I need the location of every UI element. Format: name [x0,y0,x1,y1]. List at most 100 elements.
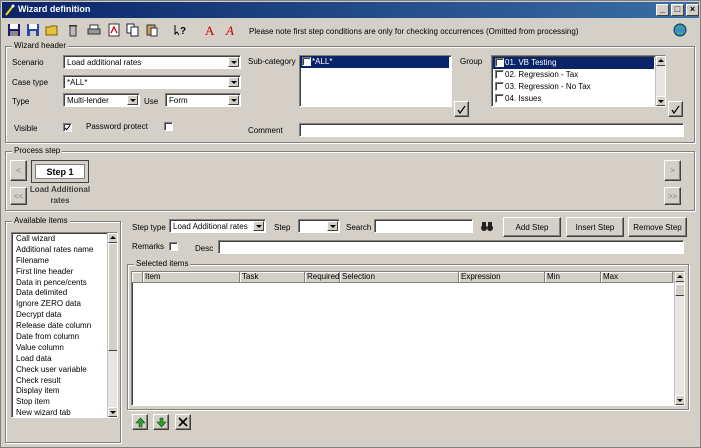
list-item-checkbox[interactable] [302,57,311,66]
column-header[interactable]: Max [601,272,673,283]
list-item[interactable]: Date from column [13,332,106,343]
delete-icon[interactable] [64,21,82,39]
selected-items-scrollbar[interactable] [674,272,684,405]
font-a-icon[interactable]: A [201,21,219,39]
scroll-down-button[interactable] [108,407,117,417]
scroll-down-button[interactable] [675,395,684,405]
print-icon[interactable] [85,21,103,39]
minimize-button[interactable]: _ [656,4,669,16]
list-item[interactable]: Decrypt data [13,310,106,321]
close-button[interactable]: × [686,4,699,16]
chevron-down-icon [127,95,138,105]
list-item[interactable]: *ALL* [300,56,449,68]
group-apply-button[interactable] [668,101,683,117]
move-down-button[interactable] [153,414,169,430]
svg-text:A: A [225,23,234,37]
column-header[interactable]: Expression [459,272,545,283]
comment-field[interactable] [299,123,684,137]
save-as-icon[interactable] [24,21,42,39]
column-header[interactable]: Min [545,272,601,283]
column-header[interactable]: Item [143,272,240,283]
step-select[interactable] [298,219,340,233]
available-items-list[interactable]: Call wizard Additional rates name Filename… [11,232,118,418]
list-item[interactable]: Data delimited [13,288,106,299]
list-item[interactable]: 01. VB Testing [493,57,654,69]
column-header[interactable]: Selection [340,272,459,283]
scroll-up-button[interactable] [675,272,684,282]
list-item-checkbox[interactable] [495,70,504,79]
next-step-button[interactable]: > [664,160,681,181]
use-select[interactable]: Form [165,93,241,107]
help-icon[interactable]: ? [171,21,189,39]
type-select[interactable]: Multi-lender [63,93,140,107]
open-folder-icon[interactable] [43,21,61,39]
arrow-up-icon [134,417,146,427]
step-caption: Load Additional rates [29,185,91,205]
step-type-label: Step type [132,223,166,232]
search-input[interactable] [374,219,473,233]
process-step-legend: Process step [12,146,63,155]
scroll-thumb[interactable] [108,243,117,351]
scenario-select[interactable]: Load additional rates [63,55,241,69]
list-item-checkbox[interactable] [495,58,504,67]
scroll-down-button[interactable] [656,96,665,106]
list-item[interactable]: Value column [13,343,106,354]
group-list[interactable]: 01. VB Testing 02. Regression - Tax 03. … [491,55,666,107]
step-tile[interactable]: Step 1 [31,160,89,183]
visible-checkbox[interactable] [63,123,72,132]
list-item[interactable]: 04. Issues [493,93,654,105]
list-item[interactable]: Filename [13,256,106,267]
column-header[interactable]: Required [305,272,340,283]
list-item[interactable]: New wizard tab [13,408,106,417]
column-header[interactable]: Task [240,272,305,283]
list-item[interactable]: First line header [13,267,106,278]
binoculars-icon[interactable] [478,217,496,235]
list-item[interactable]: Stop item [13,397,106,408]
case-type-select[interactable]: *ALL* [63,75,241,89]
chevron-down-icon [327,221,338,231]
group-list-scrollbar[interactable] [655,56,665,106]
subcategory-list[interactable]: *ALL* [299,55,452,107]
selected-items-grid[interactable]: Item Task Required Selection Expression … [131,271,685,406]
move-up-button[interactable] [132,414,148,430]
copy-icon[interactable] [124,21,142,39]
group-label: Group [460,57,483,66]
available-items-rows: Call wizard Additional rates name Filename… [13,234,106,417]
maximize-button[interactable]: □ [671,4,684,16]
wizard-definition-window: Wizard definition _ □ × ? A A Please not… [0,0,701,448]
scroll-up-button[interactable] [656,56,665,66]
list-item[interactable]: Call wizard [13,234,106,245]
font-a-italic-icon[interactable]: A [222,21,240,39]
remove-step-button[interactable]: Remove Step [628,217,687,237]
list-item[interactable]: Check result [13,376,106,387]
add-step-button[interactable]: Add Step [503,217,561,237]
list-item[interactable]: Ignore ZERO data [13,299,106,310]
last-step-button[interactable]: >> [664,187,681,205]
desc-field[interactable] [218,240,684,254]
save-icon[interactable] [5,21,23,39]
list-item[interactable]: Load data [13,354,106,365]
pdf-icon[interactable] [105,21,123,39]
paste-icon[interactable] [143,21,161,39]
subcategory-apply-button[interactable] [454,101,469,117]
list-item[interactable]: Display item [13,386,106,397]
list-item-checkbox[interactable] [495,94,504,103]
list-item[interactable]: Check user variable [13,365,106,376]
insert-step-button[interactable]: Insert Step [566,217,624,237]
list-item[interactable]: 02. Regression - Tax [493,69,654,81]
list-item-checkbox[interactable] [495,82,504,91]
available-items-legend: Available items [12,216,70,225]
prev-step-button[interactable]: < [10,160,27,181]
list-item[interactable]: Additional rates name [13,245,106,256]
list-item[interactable]: Data in pence/cents [13,278,106,289]
scroll-thumb[interactable] [675,284,684,296]
list-item[interactable]: 03. Regression - No Tax [493,81,654,93]
remarks-checkbox[interactable] [169,242,178,251]
delete-item-button[interactable] [175,414,191,430]
available-items-scrollbar[interactable] [107,233,117,417]
step-type-select[interactable]: Load Additional rates [169,219,266,233]
list-item[interactable]: Release date column [13,321,106,332]
scroll-up-button[interactable] [108,233,117,243]
globe-icon[interactable] [671,21,689,39]
password-protect-checkbox[interactable] [164,122,173,131]
